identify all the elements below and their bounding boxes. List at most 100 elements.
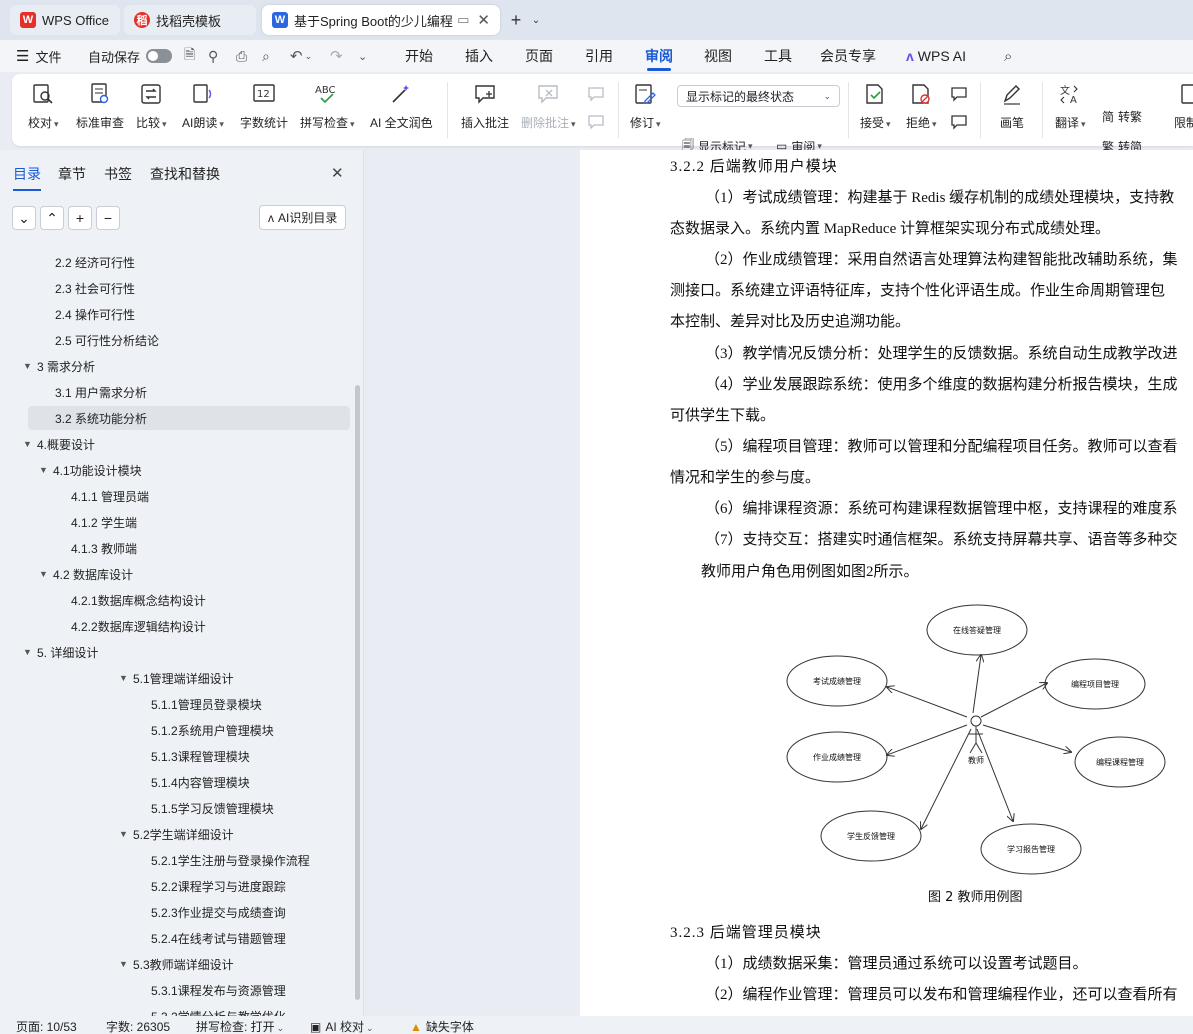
tab-start[interactable]: 开始 [405, 40, 433, 72]
toc-item[interactable]: ▼ 4.1功能设计模块 [39, 458, 142, 482]
close-pane-icon[interactable]: ✕ [331, 164, 344, 182]
tab-view[interactable]: 视图 [704, 40, 732, 72]
tab-toc[interactable]: 目录 [13, 164, 41, 191]
toc-item[interactable]: 5.1.3课程管理模块 [151, 744, 250, 768]
collapse-all-button[interactable]: ⌄ [12, 206, 36, 230]
toc-item[interactable]: 5.2.3作业提交与成绩查询 [151, 900, 286, 924]
toc-item[interactable]: 5.2.2课程学习与进度跟踪 [151, 874, 286, 898]
toc-item[interactable]: 5.2.1学生注册与登录操作流程 [151, 848, 310, 872]
ai-read-button[interactable]: AI朗读 ▾ [182, 80, 224, 140]
toc-item[interactable]: 4.2.2数据库逻辑结构设计 [71, 614, 206, 638]
document-page[interactable]: 3.2.2 后端教师用户模块 （1）考试成绩管理：构建基于 Redis 缓存机制… [580, 150, 1193, 1016]
expand-up-button[interactable]: ⌃ [40, 206, 64, 230]
toc-item[interactable]: ▼ 5. 详细设计 [23, 640, 98, 664]
tab-bookmarks[interactable]: 书签 [104, 164, 132, 184]
toc-item[interactable]: 5.1.2系统用户管理模块 [151, 718, 274, 742]
print-preview-icon[interactable]: ⌕ [262, 40, 270, 72]
tab-docer-templates[interactable]: 稻 找稻壳模板 [124, 5, 256, 35]
svg-text:文: 文 [1060, 84, 1070, 97]
tab-find-replace[interactable]: 查找和替换 [150, 164, 220, 184]
expand-triangle-icon[interactable]: ▼ [119, 829, 133, 839]
tab-insert[interactable]: 插入 [465, 40, 493, 72]
spell-check-button[interactable]: ABC 拼写检查 ▾ [300, 80, 355, 140]
monitor-icon[interactable]: ▭ [457, 12, 469, 28]
toc-item[interactable]: 5.1.5学习反馈管理模块 [151, 796, 274, 820]
tab-page[interactable]: 页面 [525, 40, 553, 72]
expand-triangle-icon[interactable]: ▼ [119, 959, 133, 969]
share-icon[interactable]: ⚲ [208, 40, 218, 72]
autosave-toggle[interactable]: 自动保存 [88, 40, 173, 72]
toc-item[interactable]: 5.3.1课程发布与资源管理 [151, 978, 286, 1002]
tab-tools[interactable]: 工具 [764, 40, 792, 72]
save-icon[interactable]: 🗎 [184, 40, 195, 72]
toc-item[interactable]: 4.2.1数据库概念结构设计 [71, 588, 206, 612]
toc-item[interactable]: ▼ 4.2 数据库设计 [39, 562, 133, 586]
insert-comment-button[interactable]: 插入批注 [461, 80, 509, 140]
tab-reference[interactable]: 引用 [585, 40, 613, 72]
ai-check-status[interactable]: ▣ AI 校对 ⌄ [310, 1018, 374, 1034]
tab-wps-office[interactable]: W WPS Office [10, 5, 120, 35]
ai-polish-button[interactable]: AI 全文润色 [370, 80, 433, 140]
translate-button[interactable]: 文A 翻译 ▾ [1055, 80, 1086, 140]
toc-item[interactable]: 5.1.1管理员登录模块 [151, 692, 262, 716]
more-chevron-icon[interactable]: ⌄ [358, 40, 367, 72]
pen-button[interactable]: 画笔 [998, 80, 1026, 140]
proofread-button[interactable]: 校对 ▾ [28, 80, 59, 140]
ai-toc-button[interactable]: ᴧ AI识别目录 [259, 205, 347, 230]
expand-triangle-icon[interactable]: ▼ [23, 439, 37, 449]
undo-icon[interactable]: ↶ ⌄ [290, 40, 312, 72]
page-indicator[interactable]: 页面: 10/53 [16, 1018, 77, 1034]
tab-member[interactable]: 会员专享 [820, 40, 876, 72]
toc-item[interactable]: 2.4 操作可行性 [55, 302, 135, 326]
spell-check-status[interactable]: 拼写检查: 打开 ⌄ [196, 1018, 284, 1034]
reject-button[interactable]: 拒绝 ▾ [906, 80, 937, 140]
expand-triangle-icon[interactable]: ▼ [39, 569, 53, 579]
review-ribbon: 校对 ▾ 标准审查 比较 ▾ AI朗读 ▾ 12 字数统计 ABC 拼写检查 ▾ AI … [12, 74, 1193, 154]
toc-item[interactable]: 2.2 经济可行性 [55, 250, 135, 274]
section-heading-3-2-3: 3.2.3 后端管理员模块 [670, 925, 822, 941]
standard-review-button[interactable]: 标准审查 [76, 80, 124, 140]
close-tab-icon[interactable]: ✕ [477, 11, 490, 29]
file-menu[interactable]: ☰ 文件 [16, 40, 61, 72]
markup-state-select[interactable]: 显示标记的最终状态 ⌄ [677, 85, 840, 107]
restrict-button[interactable]: 限制 [1174, 80, 1193, 140]
toc-item[interactable]: 4.1.3 教师端 [71, 536, 137, 560]
expand-triangle-icon[interactable]: ▼ [39, 465, 53, 475]
toc-item[interactable]: ▼ 5.2学生端详细设计 [119, 822, 234, 846]
toc-item[interactable]: 4.1.1 管理员端 [71, 484, 149, 508]
toc-scrollbar[interactable] [355, 385, 360, 1000]
toggle-switch[interactable] [146, 49, 173, 63]
accept-button[interactable]: 接受 ▾ [860, 80, 891, 140]
tab-review[interactable]: 审阅 [645, 40, 673, 72]
toc-item[interactable]: ▼ 5.3教师端详细设计 [119, 952, 234, 976]
expand-triangle-icon[interactable]: ▼ [23, 647, 37, 657]
tab-document[interactable]: W 基于Spring Boot的少儿编程 ▭ ✕ [262, 5, 500, 35]
expand-triangle-icon[interactable]: ▼ [23, 361, 37, 371]
delete-comment-button[interactable]: 删除批注 ▾ [521, 80, 576, 140]
tab-chapters[interactable]: 章节 [58, 164, 86, 184]
toc-item[interactable]: ▼ 4.概要设计 [23, 432, 95, 456]
word-count-indicator[interactable]: 字数: 26305 [106, 1018, 170, 1034]
paragraph-line: 可供学生下载。 [670, 408, 776, 424]
remove-heading-button[interactable]: − [96, 206, 120, 230]
word-count-button[interactable]: 12 字数统计 [240, 80, 288, 140]
toc-item[interactable]: 5.1.4内容管理模块 [151, 770, 250, 794]
expand-triangle-icon[interactable]: ▼ [119, 673, 133, 683]
toc-item[interactable]: 4.1.2 学生端 [71, 510, 137, 534]
toc-item[interactable]: 3.2 系统功能分析 [28, 406, 350, 430]
toc-item[interactable]: ▼ 5.1管理端详细设计 [119, 666, 234, 690]
missing-font-status[interactable]: ▲ 缺失字体 [410, 1018, 474, 1034]
add-heading-button[interactable]: + [68, 206, 92, 230]
toc-item[interactable]: 5.2.4在线考试与错题管理 [151, 926, 286, 950]
toc-item[interactable]: ▼ 3 需求分析 [23, 354, 95, 378]
print-icon[interactable]: ⎙ [236, 40, 247, 72]
compare-button[interactable]: 比较 ▾ [136, 80, 167, 140]
toc-item[interactable]: 2.5 可行性分析结论 [55, 328, 159, 352]
tab-list-chevron-icon[interactable]: ⌄ [524, 8, 548, 32]
toc-item[interactable]: 2.3 社会可行性 [55, 276, 135, 300]
wps-ai-button[interactable]: ᴧ WPS AI [906, 40, 966, 72]
redo-icon[interactable]: ↷ [330, 40, 343, 72]
search-icon[interactable]: ⌕ [1004, 40, 1012, 72]
revise-button[interactable]: 修订 ▾ [630, 80, 661, 140]
toc-item[interactable]: 3.1 用户需求分析 [55, 380, 147, 404]
